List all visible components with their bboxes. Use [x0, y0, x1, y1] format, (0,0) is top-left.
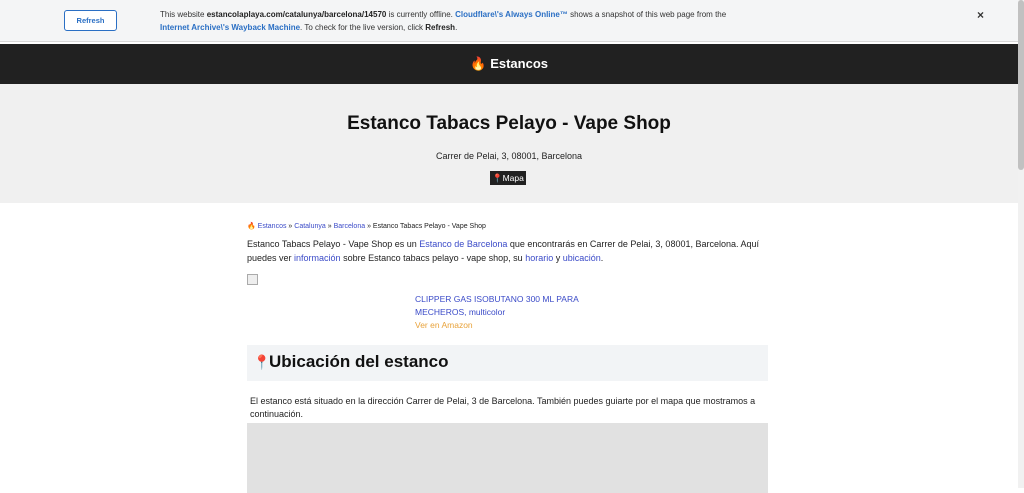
banner-text-part: This website: [160, 10, 207, 19]
banner-text-part: shows a snapshot of this web page from t…: [567, 10, 727, 19]
close-icon[interactable]: ×: [977, 8, 984, 22]
breadcrumb-separator: »: [325, 223, 334, 230]
amazon-link[interactable]: Ver en Amazon: [415, 319, 605, 332]
broken-image-icon: [247, 274, 258, 285]
breadcrumb-separator: »: [365, 223, 373, 230]
scroll-thumb[interactable]: [1018, 0, 1024, 170]
ubicacion-link[interactable]: ubicación: [563, 253, 601, 263]
intro-text: sobre Estanco tabacs pelayo - vape shop,…: [340, 253, 526, 263]
breadcrumb-item[interactable]: Barcelona: [334, 223, 366, 230]
pin-icon: 📍: [492, 173, 503, 183]
ubicacion-text: El estanco está situado en la dirección …: [250, 396, 756, 419]
main-content: 🔥 Estancos » Catalunya » Barcelona » Est…: [247, 214, 768, 419]
intro-paragraph: Estanco Tabacs Pelayo - Vape Shop es un …: [247, 237, 767, 265]
fire-icon: 🔥: [470, 56, 487, 71]
product-name-link[interactable]: CLIPPER GAS ISOBUTANO 300 ML PARA MECHER…: [415, 293, 605, 319]
cloudflare-link[interactable]: Cloudflare\'s Always Online™: [455, 10, 568, 19]
brand-link[interactable]: Estancos: [490, 56, 548, 71]
hero-address: Carrer de Pelai, 3, 08001, Barcelona: [435, 151, 583, 161]
ubicacion-section-header: 📍 Ubicación del estanco: [247, 345, 768, 381]
top-nav: 🔥 Estancos: [0, 44, 1018, 84]
banner-text-part: .: [455, 22, 458, 32]
product-card[interactable]: CLIPPER GAS ISOBUTANO 300 ML PARA MECHER…: [415, 293, 605, 332]
banner-url: estancolaplaya.com/catalunya/barcelona/1…: [206, 10, 387, 19]
breadcrumb-item[interactable]: Catalunya: [294, 223, 326, 230]
intro-text: y: [553, 253, 563, 263]
banner-text-part: is currently offline.: [386, 10, 456, 19]
pin-icon: 📍: [253, 354, 271, 370]
breadcrumb-current: Estanco Tabacs Pelayo - Vape Shop: [372, 223, 486, 230]
horario-link[interactable]: horario: [525, 253, 553, 263]
breadcrumb-item[interactable]: Estancos: [258, 223, 287, 230]
banner-message: This website estancolaplaya.com/cataluny…: [160, 9, 810, 34]
page-title: Estanco Tabacs Pelayo - Vape Shop: [347, 113, 671, 134]
estanco-barcelona-link[interactable]: Estanco de Barcelona: [419, 239, 507, 249]
cloudflare-banner: Refresh This website estancolaplaya.com/…: [0, 0, 1018, 42]
wayback-link[interactable]: Internet Archive\'s Wayback Machine: [160, 23, 300, 32]
map-embed[interactable]: [247, 423, 768, 493]
intro-text: .: [600, 253, 604, 263]
map-button-label: Mapa: [502, 173, 524, 183]
ubicacion-heading: Ubicación del estanco: [269, 352, 449, 371]
banner-text-part: . To check for the live version, click: [300, 22, 426, 32]
intro-text: Estanco Tabacs Pelayo - Vape Shop es un: [247, 239, 420, 249]
refresh-button[interactable]: Refresh: [64, 10, 117, 31]
map-button[interactable]: 📍Mapa: [490, 171, 526, 185]
breadcrumb: 🔥 Estancos » Catalunya » Barcelona » Est…: [247, 222, 767, 230]
scrollbar[interactable]: [1018, 0, 1024, 488]
hero: Estanco Tabacs Pelayo - Vape Shop Carrer…: [0, 84, 1018, 203]
banner-refresh-word: Refresh: [425, 22, 456, 32]
fire-icon: 🔥: [247, 223, 256, 230]
informacion-link[interactable]: información: [294, 253, 341, 263]
